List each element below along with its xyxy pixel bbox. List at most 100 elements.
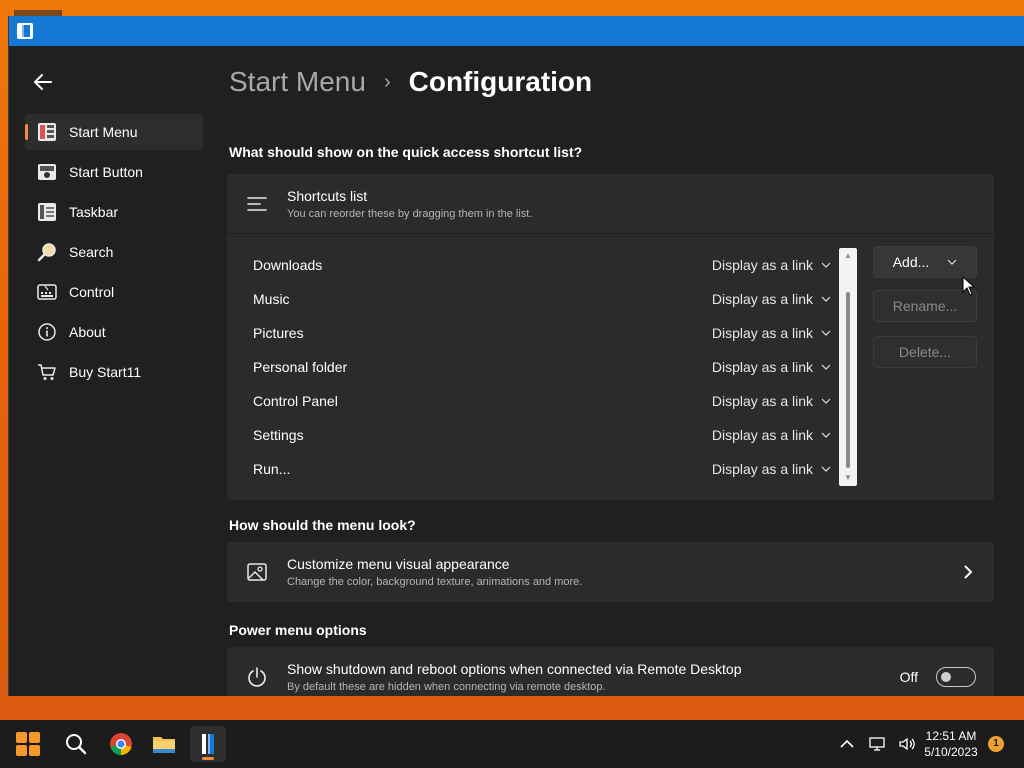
chevron-down-icon bbox=[821, 262, 831, 268]
sidebar-item-label: Control bbox=[69, 284, 115, 300]
remote-desktop-toggle-group: Off bbox=[900, 667, 976, 687]
list-scrollbar[interactable]: ▲ ▼ bbox=[839, 248, 857, 486]
sidebar-nav: Start Menu Start Button Taskbar Search C… bbox=[25, 114, 203, 394]
breadcrumb: Start Menu › Configuration bbox=[229, 66, 592, 98]
sidebar-item-label: About bbox=[69, 324, 106, 340]
sidebar-item-taskbar[interactable]: Taskbar bbox=[25, 194, 203, 230]
arrow-left-icon bbox=[34, 74, 52, 90]
list-item[interactable]: Settings Display as a link bbox=[253, 418, 831, 452]
list-item[interactable]: Pictures Display as a link bbox=[253, 316, 831, 350]
display-mode-dropdown[interactable]: Display as a link bbox=[712, 359, 831, 375]
display-mode-dropdown[interactable]: Display as a link bbox=[712, 325, 831, 341]
start-button-icon bbox=[37, 162, 57, 182]
search-icon bbox=[66, 734, 87, 755]
remote-desktop-toggle[interactable] bbox=[936, 667, 976, 687]
taskbar-search-button[interactable] bbox=[58, 726, 94, 762]
chevron-down-icon bbox=[821, 432, 831, 438]
start11-app-icon bbox=[17, 23, 33, 39]
back-button[interactable] bbox=[31, 70, 63, 96]
display-mode-dropdown[interactable]: Display as a link bbox=[712, 291, 831, 307]
file-explorer-icon bbox=[153, 737, 175, 753]
info-icon bbox=[37, 322, 57, 342]
shortcut-name: Run... bbox=[253, 461, 291, 477]
search-icon bbox=[37, 242, 57, 262]
shortcut-name: Settings bbox=[253, 427, 304, 443]
windows-start-button[interactable] bbox=[10, 726, 46, 762]
network-icon[interactable] bbox=[868, 735, 886, 753]
taskbar-icon bbox=[37, 202, 57, 222]
display-mode-value: Display as a link bbox=[711, 427, 813, 443]
display-mode-value: Display as a link bbox=[711, 461, 813, 477]
customize-appearance-card[interactable]: Customize menu visual appearance Change … bbox=[227, 542, 994, 602]
list-item[interactable]: Music Display as a link bbox=[253, 282, 831, 316]
list-item[interactable]: Run... Display as a link bbox=[253, 452, 831, 486]
taskbar-clock[interactable]: 12:51 AM 5/10/2023 bbox=[916, 728, 986, 760]
start-menu-icon bbox=[37, 122, 57, 142]
toggle-state-label: Off bbox=[899, 669, 918, 685]
chevron-down-icon bbox=[821, 330, 831, 336]
shortcuts-list: Downloads Display as a link Music Displa… bbox=[227, 234, 994, 498]
add-button[interactable]: Add... bbox=[873, 246, 977, 278]
chevron-right-icon bbox=[964, 565, 973, 579]
delete-button-label: Delete... bbox=[898, 344, 952, 360]
power-icon bbox=[227, 666, 287, 688]
shortcut-name: Downloads bbox=[253, 257, 323, 273]
system-tray bbox=[832, 720, 922, 768]
start11-config-window: Start Menu Start Button Taskbar Search C… bbox=[8, 16, 1024, 696]
taskbar-start11-button[interactable] bbox=[190, 726, 226, 762]
breadcrumb-parent[interactable]: Start Menu bbox=[229, 66, 366, 98]
sidebar-item-start-button[interactable]: Start Button bbox=[25, 154, 203, 190]
chevron-down-icon bbox=[821, 296, 831, 302]
windows-start-icon bbox=[16, 732, 40, 756]
power-menu-heading: Power menu options bbox=[229, 622, 367, 638]
breadcrumb-separator: › bbox=[383, 70, 391, 93]
list-item[interactable]: Downloads Display as a link bbox=[253, 248, 831, 282]
scroll-down-arrow-icon[interactable]: ▼ bbox=[843, 474, 853, 482]
scroll-up-arrow-icon[interactable]: ▲ bbox=[843, 252, 853, 260]
display-mode-dropdown[interactable]: Display as a link bbox=[712, 393, 831, 409]
title-bar[interactable] bbox=[9, 16, 1024, 46]
sidebar-item-buy[interactable]: Buy Start11 bbox=[25, 354, 203, 390]
chevron-down-icon bbox=[947, 259, 957, 265]
sidebar: Start Menu Start Button Taskbar Search C… bbox=[9, 46, 219, 696]
display-mode-value: Display as a link bbox=[711, 291, 813, 307]
display-mode-value: Display as a link bbox=[711, 257, 813, 273]
scroll-thumb[interactable] bbox=[846, 292, 850, 468]
sidebar-item-label: Buy Start11 bbox=[69, 364, 142, 380]
rename-button-label: Rename... bbox=[892, 298, 958, 314]
display-mode-dropdown[interactable]: Display as a link bbox=[712, 461, 831, 477]
clock-time: 12:51 AM bbox=[925, 729, 977, 743]
add-button-label: Add... bbox=[892, 254, 930, 270]
shortcut-name: Music bbox=[253, 291, 290, 307]
sidebar-item-label: Start Menu bbox=[69, 124, 138, 140]
shortcuts-list-header: Shortcuts list You can reorder these by … bbox=[227, 174, 994, 234]
sidebar-item-start-menu[interactable]: Start Menu bbox=[25, 114, 203, 150]
shortcuts-list-card: Shortcuts list You can reorder these by … bbox=[227, 174, 994, 500]
volume-icon[interactable] bbox=[898, 735, 916, 753]
sidebar-item-label: Start Button bbox=[69, 164, 143, 180]
sidebar-item-about[interactable]: About bbox=[25, 314, 203, 350]
toggle-knob bbox=[941, 672, 951, 682]
sidebar-item-search[interactable]: Search bbox=[25, 234, 203, 270]
main-content: Start Menu › Configuration What should s… bbox=[227, 46, 997, 696]
list-item[interactable]: Personal folder Display as a link bbox=[253, 350, 831, 384]
remote-desktop-power-card: Show shutdown and reboot options when co… bbox=[227, 647, 994, 696]
sidebar-item-control[interactable]: Control bbox=[25, 274, 203, 310]
display-mode-dropdown[interactable]: Display as a link bbox=[712, 257, 831, 273]
clock-date: 5/10/2023 bbox=[924, 745, 978, 759]
quick-access-heading: What should show on the quick access sho… bbox=[229, 144, 583, 160]
menu-look-heading: How should the menu look? bbox=[229, 517, 416, 533]
sidebar-item-label: Search bbox=[69, 244, 114, 260]
delete-button[interactable]: Delete... bbox=[873, 336, 977, 368]
shortcut-name: Personal folder bbox=[253, 359, 348, 375]
chevron-up-icon[interactable] bbox=[838, 735, 856, 753]
list-item[interactable]: Control Panel Display as a link bbox=[253, 384, 831, 418]
shortcuts-list-subtitle: You can reorder these by dragging them i… bbox=[287, 207, 533, 220]
taskbar-chrome-button[interactable] bbox=[103, 726, 139, 762]
remote-desktop-title: Show shutdown and reboot options when co… bbox=[287, 661, 742, 677]
list-icon bbox=[227, 193, 287, 215]
display-mode-dropdown[interactable]: Display as a link bbox=[712, 427, 831, 443]
taskbar-file-explorer-button[interactable] bbox=[146, 726, 182, 762]
mouse-cursor-icon bbox=[962, 276, 976, 296]
notification-badge[interactable]: 1 bbox=[988, 736, 1004, 752]
